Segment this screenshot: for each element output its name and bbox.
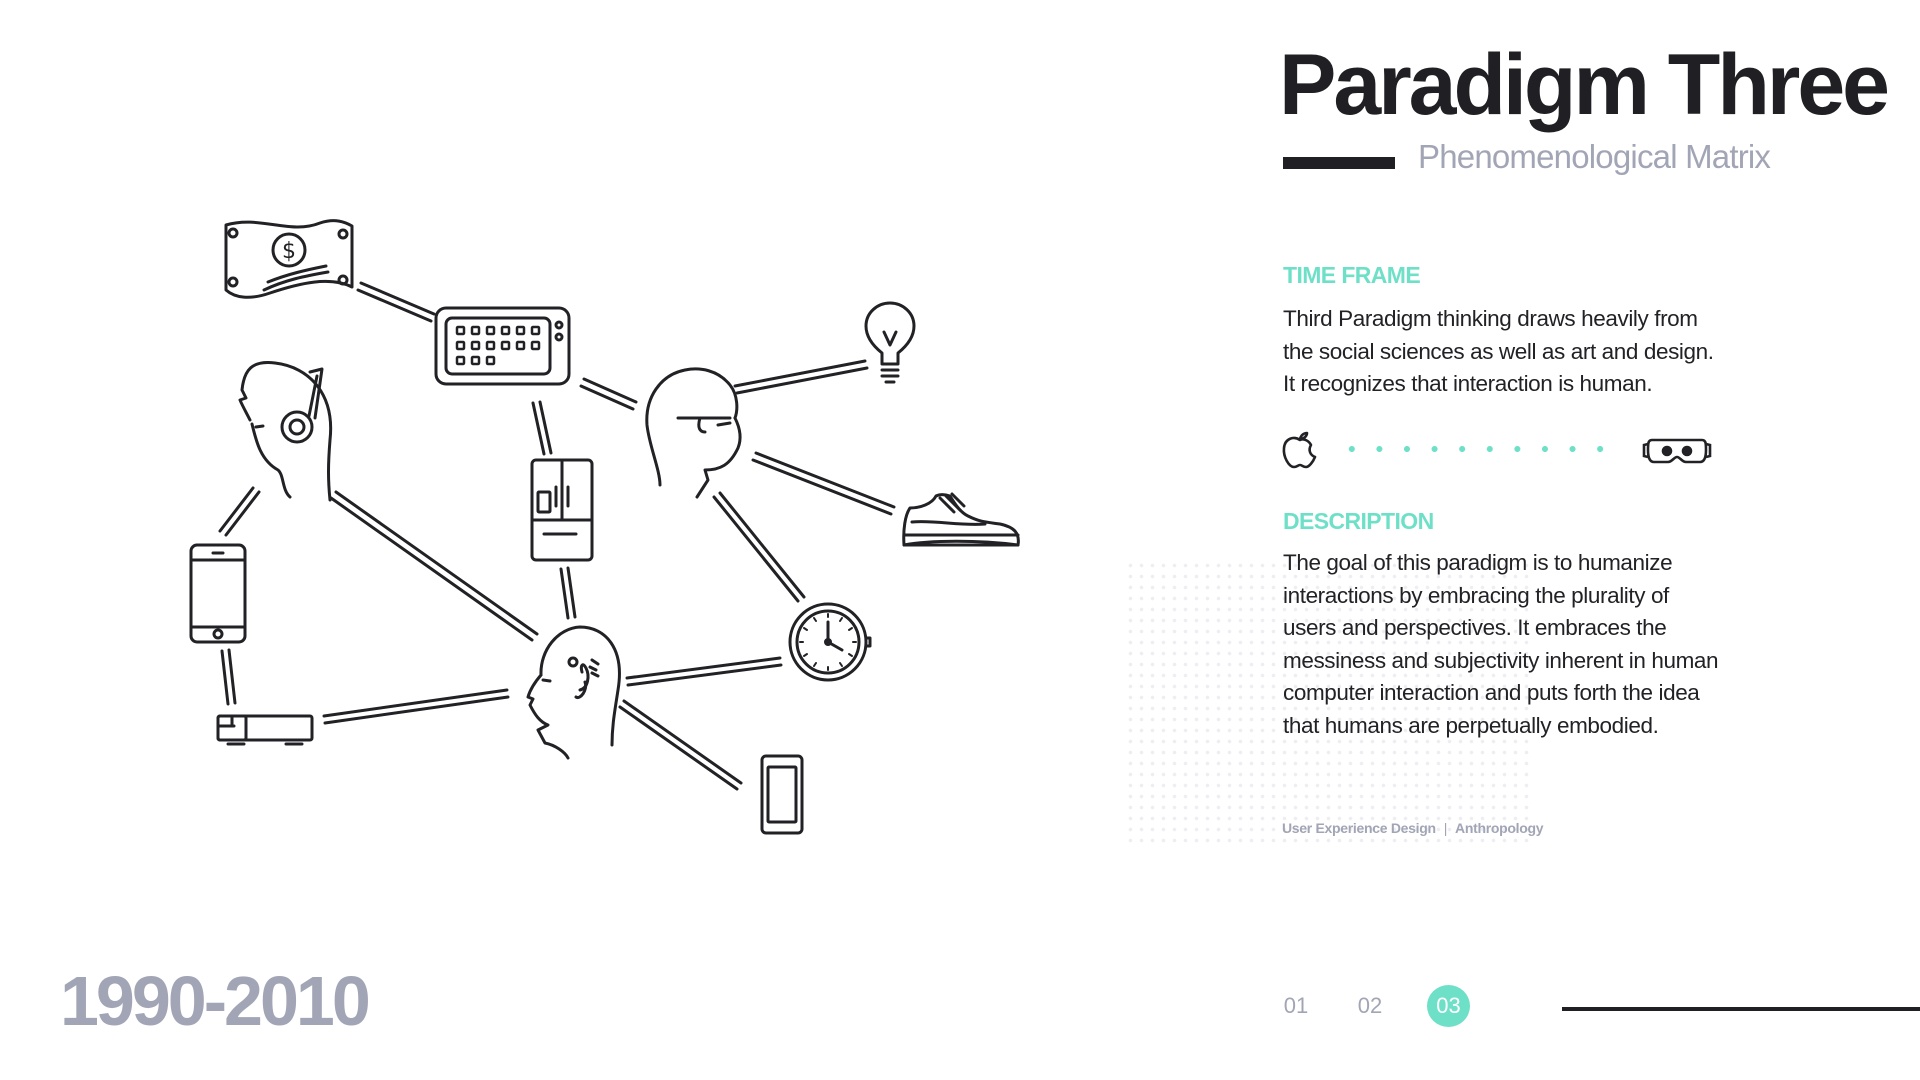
description-line: computer interaction and puts forth the … (1283, 680, 1700, 705)
year-range: 1990-2010 (60, 962, 371, 1040)
pagination-progress-line (1562, 1007, 1920, 1011)
time-frame-label: TIME FRAME (1283, 262, 1421, 288)
keyboard-icon (434, 306, 571, 386)
tag-separator: | (1443, 820, 1448, 836)
page-link-02[interactable]: 02 (1350, 985, 1390, 1027)
apple-logo-icon (1282, 431, 1317, 469)
projector-icon (216, 714, 314, 746)
clock-icon (788, 602, 872, 682)
description-line: messiness and subjectivity inherent in h… (1283, 647, 1719, 673)
page-subtitle: Phenomenological Matrix (1418, 138, 1771, 175)
timeline-dotted-line (1338, 446, 1620, 452)
head-thinking-icon (526, 625, 621, 760)
time-frame-line: Third Paradigm thinking draws heavily fr… (1283, 306, 1698, 331)
page-title: Paradigm Three (1279, 37, 1890, 133)
description-text: The goal of this paradigm is to humanize… (1283, 547, 1719, 742)
description-line: The goal of this paradigm is to humanize (1283, 550, 1673, 575)
money-bill-icon: $ (224, 219, 354, 299)
refrigerator-icon (530, 458, 594, 562)
tablet-icon (760, 754, 804, 835)
time-frame-text: Third Paradigm thinking draws heavily fr… (1283, 303, 1714, 401)
head-glasses-icon (645, 367, 742, 499)
description-line: that humans are perpetually embodied. (1283, 712, 1659, 738)
page-link-03-active[interactable]: 03 (1427, 985, 1470, 1027)
page-link-01[interactable]: 01 (1276, 985, 1316, 1027)
discipline-tags: User Experience Design | Anthropology (1282, 820, 1544, 836)
network-illustration: $ (189, 219, 1020, 835)
smartphone-icon (189, 543, 247, 644)
title-underline (1283, 157, 1395, 169)
sneaker-icon (902, 492, 1020, 547)
lightbulb-icon (864, 301, 916, 384)
time-frame-line: It recognizes that interaction is human. (1283, 371, 1653, 396)
svg-text:$: $ (282, 239, 296, 264)
vr-headset-icon (1642, 438, 1712, 464)
head-headphones-icon (238, 360, 333, 502)
time-frame-line: the social sciences as well as art and d… (1283, 338, 1714, 364)
description-line: users and perspectives. It embraces the (1283, 615, 1667, 640)
description-label: DESCRIPTION (1283, 508, 1434, 534)
network-connectors (218, 281, 896, 791)
tag-ux-design: User Experience Design (1282, 820, 1436, 836)
description-line: interactions by embracing the plurality … (1283, 582, 1669, 608)
tag-anthropology: Anthropology (1455, 820, 1544, 836)
